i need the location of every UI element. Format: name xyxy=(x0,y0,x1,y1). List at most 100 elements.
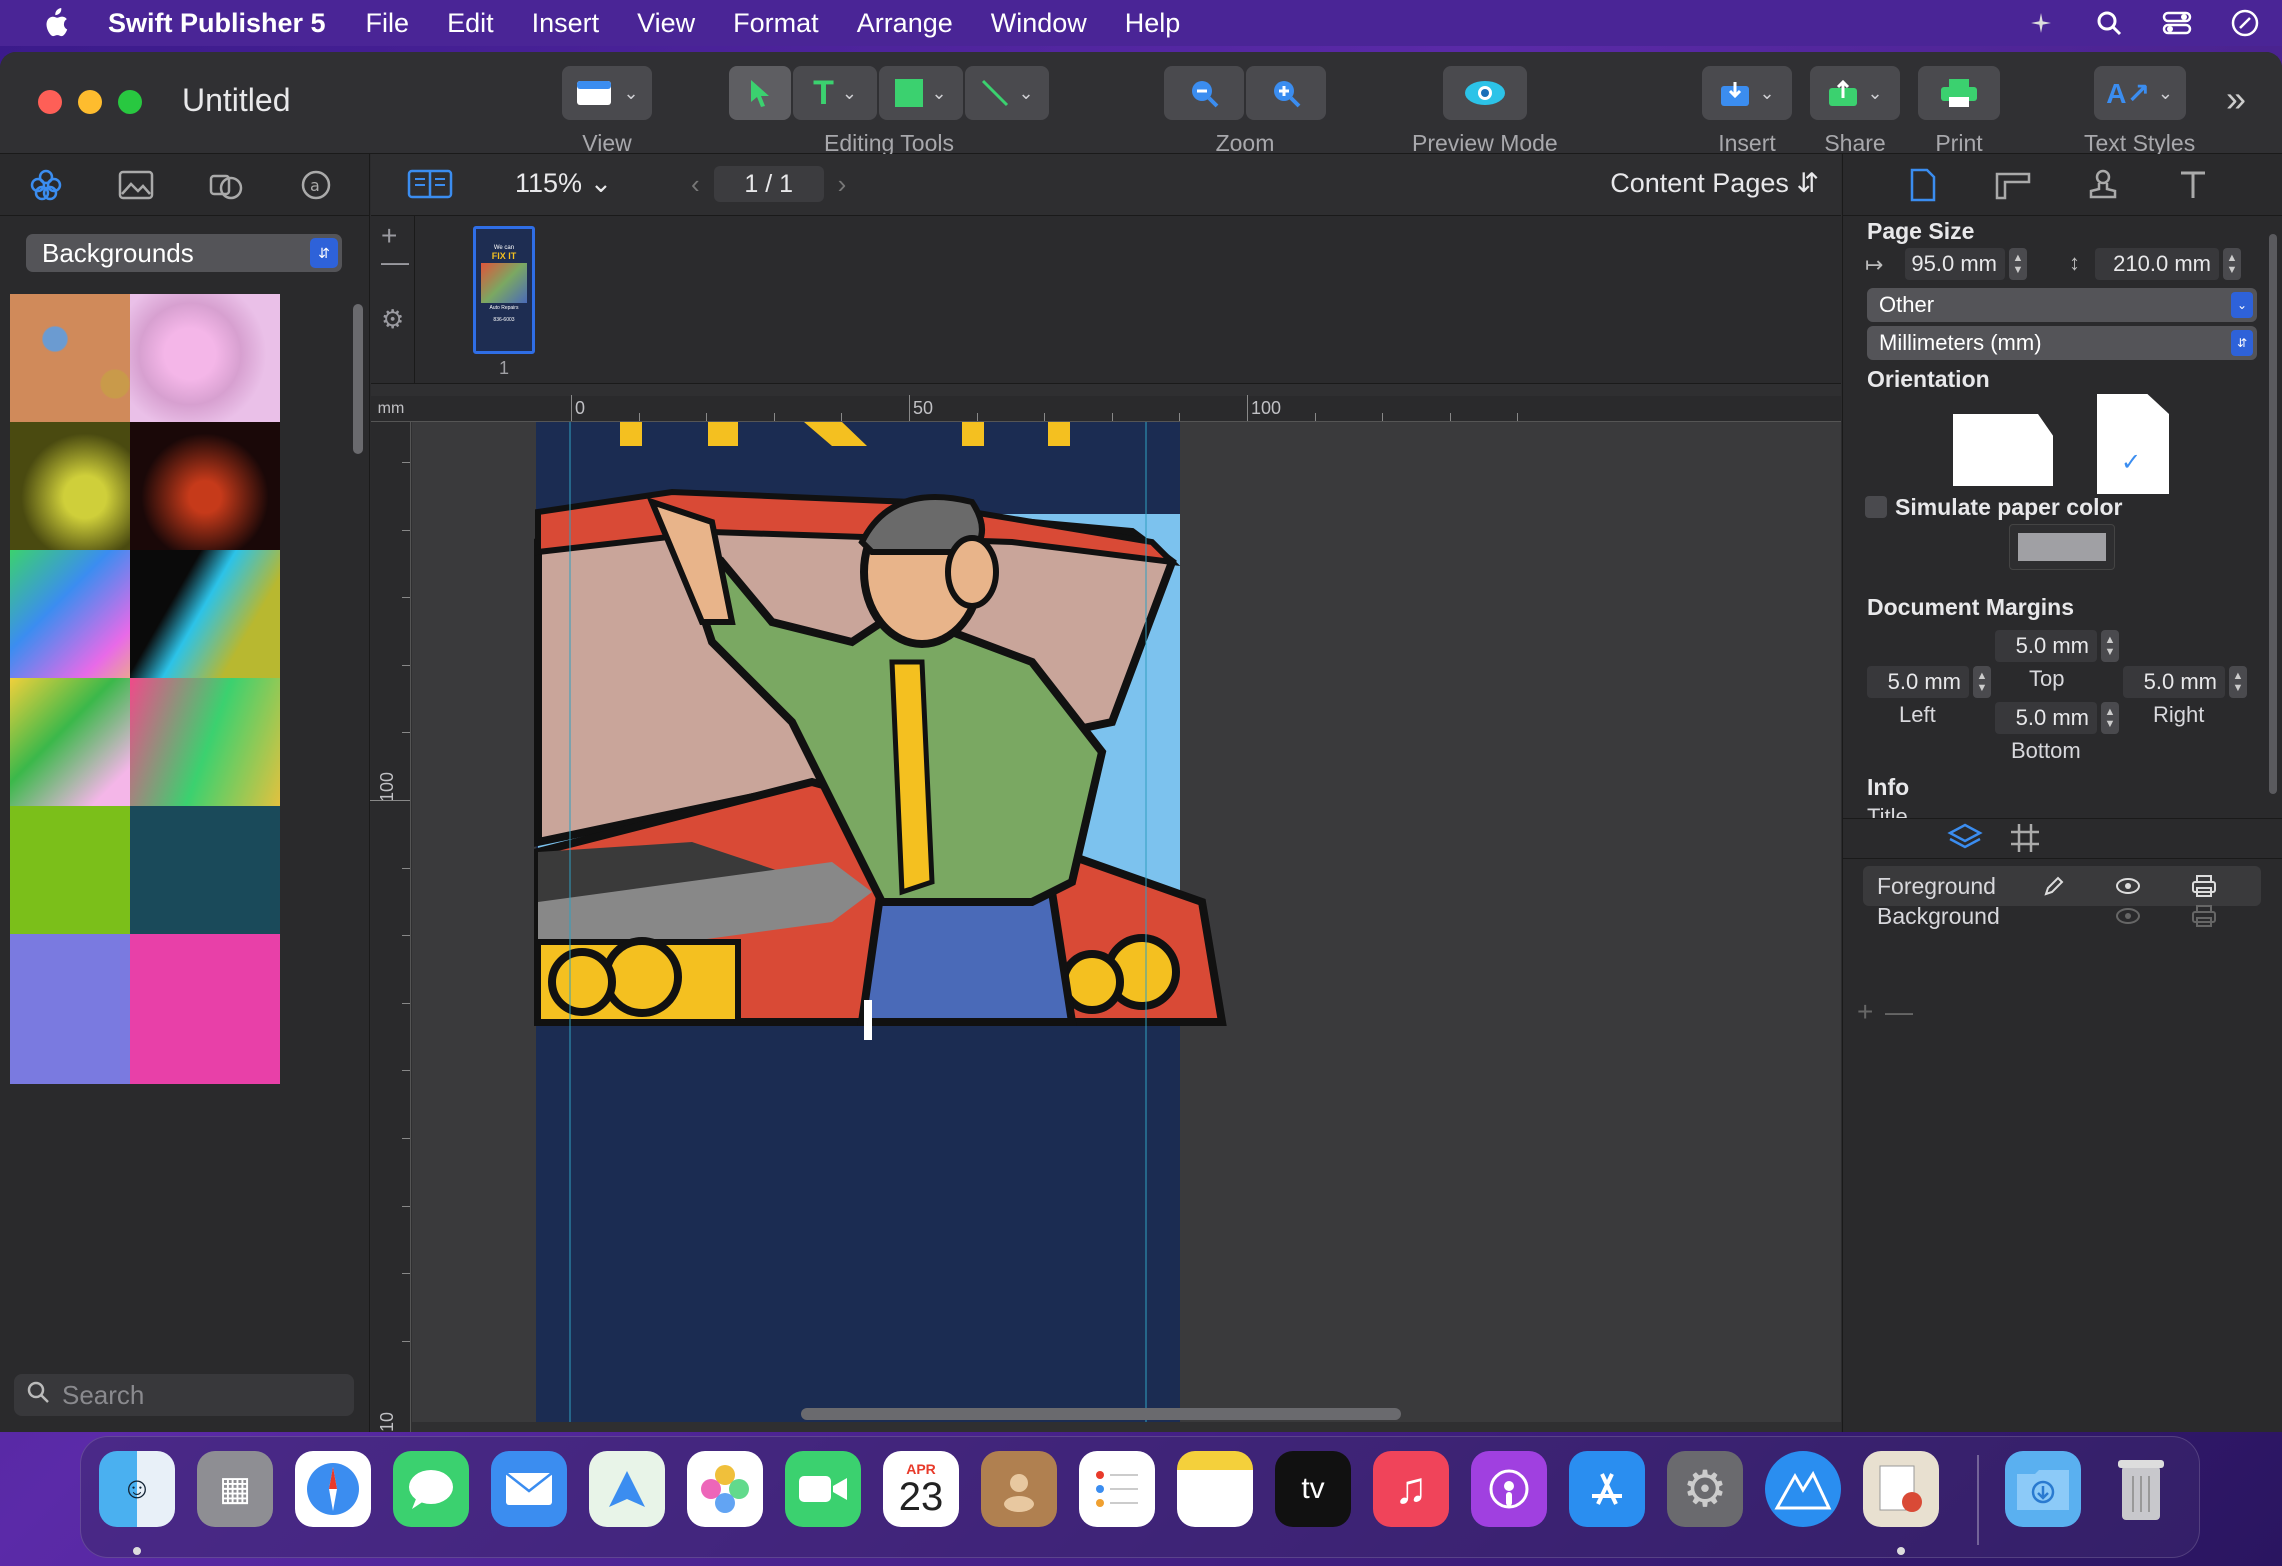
page-sidebar-book-icon[interactable] xyxy=(407,168,453,205)
paper-color-swatch[interactable] xyxy=(2009,524,2115,570)
mail-icon[interactable] xyxy=(491,1451,567,1527)
previous-page-chevron-icon[interactable]: ‹ xyxy=(691,169,700,200)
background-thumb[interactable] xyxy=(130,934,280,1084)
eye-visibility-icon[interactable] xyxy=(2113,901,2143,931)
menu-arrange[interactable]: Arrange xyxy=(857,8,953,39)
maps-icon[interactable] xyxy=(589,1451,665,1527)
control-center-icon[interactable] xyxy=(2160,6,2194,40)
margin-bottom-stepper[interactable]: ▲ ▼ xyxy=(2101,702,2119,734)
menu-window[interactable]: Window xyxy=(991,8,1087,39)
messages-icon[interactable] xyxy=(393,1451,469,1527)
zoom-select[interactable]: 115% ⌄ xyxy=(515,168,612,199)
remove-page-minus-icon[interactable]: — xyxy=(381,246,409,278)
library-search-field[interactable]: Search xyxy=(14,1374,354,1416)
app-store-icon[interactable] xyxy=(1569,1451,1645,1527)
spotlight-search-icon[interactable] xyxy=(2092,6,2126,40)
siri-icon[interactable] xyxy=(2228,6,2262,40)
page-height-stepper[interactable]: ▲ ▼ xyxy=(2223,248,2241,280)
feedback-document-icon[interactable] xyxy=(1863,1451,1939,1527)
page-settings-gear-icon[interactable]: ⚙ xyxy=(381,304,404,335)
margin-top-field[interactable]: 5.0 mm xyxy=(1995,630,2097,662)
zoom-out-button[interactable] xyxy=(1164,66,1244,120)
simulate-paper-color-checkbox[interactable] xyxy=(1865,496,1887,518)
downloads-folder-icon[interactable] xyxy=(2005,1451,2081,1527)
margin-top-stepper[interactable]: ▲ ▼ xyxy=(2101,630,2119,662)
grid-hash-icon[interactable] xyxy=(2009,822,2041,859)
close-window-button[interactable] xyxy=(38,90,62,114)
canvas-horizontal-scrollbar[interactable] xyxy=(801,1408,1401,1420)
layers-stack-icon[interactable] xyxy=(1947,822,1983,859)
margin-left-field[interactable]: 5.0 mm xyxy=(1867,666,1969,698)
portrait-orientation-button[interactable] xyxy=(2097,394,2169,494)
zoom-in-button[interactable] xyxy=(1246,66,1326,120)
text-styles-button[interactable]: A↗ ⌄ xyxy=(2093,66,2186,120)
margin-right-field[interactable]: 5.0 mm xyxy=(2123,666,2225,698)
print-button[interactable] xyxy=(1918,66,2000,120)
menu-insert[interactable]: Insert xyxy=(532,8,600,39)
music-icon[interactable]: ♫ xyxy=(1373,1451,1449,1527)
printer-icon[interactable] xyxy=(2189,901,2219,931)
apple-tv-icon[interactable]: tv xyxy=(1275,1451,1351,1527)
finder-icon[interactable]: ☺ xyxy=(99,1451,175,1527)
remove-layer-minus-icon[interactable]: — xyxy=(1885,996,1913,1028)
text-tab-icon[interactable]: a xyxy=(298,167,334,203)
system-settings-gear-icon[interactable]: ⚙ xyxy=(1667,1451,1743,1527)
menu-view[interactable]: View xyxy=(637,8,695,39)
zoom-window-button[interactable] xyxy=(118,90,142,114)
text-tool-button[interactable]: T ⌄ xyxy=(793,66,877,120)
category-select[interactable]: Backgrounds ⇵ xyxy=(26,234,342,272)
page-indicator-field[interactable]: 1 / 1 xyxy=(713,166,824,202)
landscape-orientation-button[interactable] xyxy=(1953,414,2053,486)
text-inspector-t-icon[interactable] xyxy=(2175,167,2211,203)
inspector-scrollbar[interactable] xyxy=(2269,234,2277,794)
trash-icon[interactable] xyxy=(2103,1451,2179,1527)
margin-bottom-field[interactable]: 5.0 mm xyxy=(1995,702,2097,734)
apple-menu-icon[interactable] xyxy=(36,5,74,41)
page-height-field[interactable]: 210.0 mm xyxy=(2095,248,2219,280)
backgrounds-tab-flower-icon[interactable] xyxy=(28,167,64,203)
margin-right-stepper[interactable]: ▲ ▼ xyxy=(2229,666,2247,698)
document-inspector-page-icon[interactable] xyxy=(1905,167,1941,203)
layer-row-background[interactable]: Background xyxy=(1863,896,2261,936)
minimize-window-button[interactable] xyxy=(78,90,102,114)
reminders-icon[interactable] xyxy=(1079,1451,1155,1527)
safari-icon[interactable] xyxy=(295,1451,371,1527)
page-width-field[interactable]: 95.0 mm xyxy=(1905,248,2005,280)
facetime-icon[interactable] xyxy=(785,1451,861,1527)
app-name-menu[interactable]: Swift Publisher 5 xyxy=(108,8,326,39)
insert-button[interactable]: ⌄ xyxy=(1702,66,1792,120)
preview-mode-button[interactable] xyxy=(1442,66,1527,120)
menu-edit[interactable]: Edit xyxy=(447,8,494,39)
add-layer-plus-icon[interactable]: + xyxy=(1857,996,1873,1028)
notes-icon[interactable] xyxy=(1177,1451,1253,1527)
library-scrollbar[interactable] xyxy=(353,304,363,454)
margin-left-stepper[interactable]: ▲ ▼ xyxy=(1973,666,1991,698)
toolbar-overflow-chevron-icon[interactable]: » xyxy=(2226,78,2246,120)
view-button[interactable]: ⌄ xyxy=(562,66,652,120)
menu-format[interactable]: Format xyxy=(733,8,819,39)
photos-icon[interactable] xyxy=(687,1451,763,1527)
units-select[interactable]: Millimeters (mm) ⇵ xyxy=(1867,326,2257,360)
line-tool-button[interactable]: ⌄ xyxy=(965,66,1049,120)
selection-tool-button[interactable] xyxy=(729,66,791,120)
swift-publisher-icon[interactable] xyxy=(1765,1451,1841,1527)
images-tab-icon[interactable] xyxy=(118,167,154,203)
launchpad-icon[interactable]: ▦ xyxy=(197,1451,273,1527)
calendar-icon[interactable]: APR 23 xyxy=(883,1451,959,1527)
document-canvas[interactable] xyxy=(412,422,1841,1422)
menu-help[interactable]: Help xyxy=(1125,8,1181,39)
paper-size-select[interactable]: Other ⌄ xyxy=(1867,288,2257,322)
page-thumbnail[interactable]: We can FIX IT Auto Repairs 836-6003 xyxy=(473,226,535,354)
pinwheel-status-icon[interactable] xyxy=(2024,6,2058,40)
share-button[interactable]: ⌄ xyxy=(1810,66,1900,120)
style-inspector-stamp-icon[interactable] xyxy=(2085,167,2121,203)
shapes-tab-icon[interactable] xyxy=(208,167,244,203)
next-page-chevron-icon[interactable]: › xyxy=(838,169,847,200)
layout-inspector-ruler-icon[interactable] xyxy=(1995,167,2031,203)
menu-file[interactable]: File xyxy=(366,8,410,39)
shape-tool-button[interactable]: ⌄ xyxy=(879,66,963,120)
content-pages-select[interactable]: Content Pages ⇵ xyxy=(1610,168,1819,199)
contacts-icon[interactable] xyxy=(981,1451,1057,1527)
podcasts-icon[interactable] xyxy=(1471,1451,1547,1527)
page-width-stepper[interactable]: ▲ ▼ xyxy=(2009,248,2027,280)
